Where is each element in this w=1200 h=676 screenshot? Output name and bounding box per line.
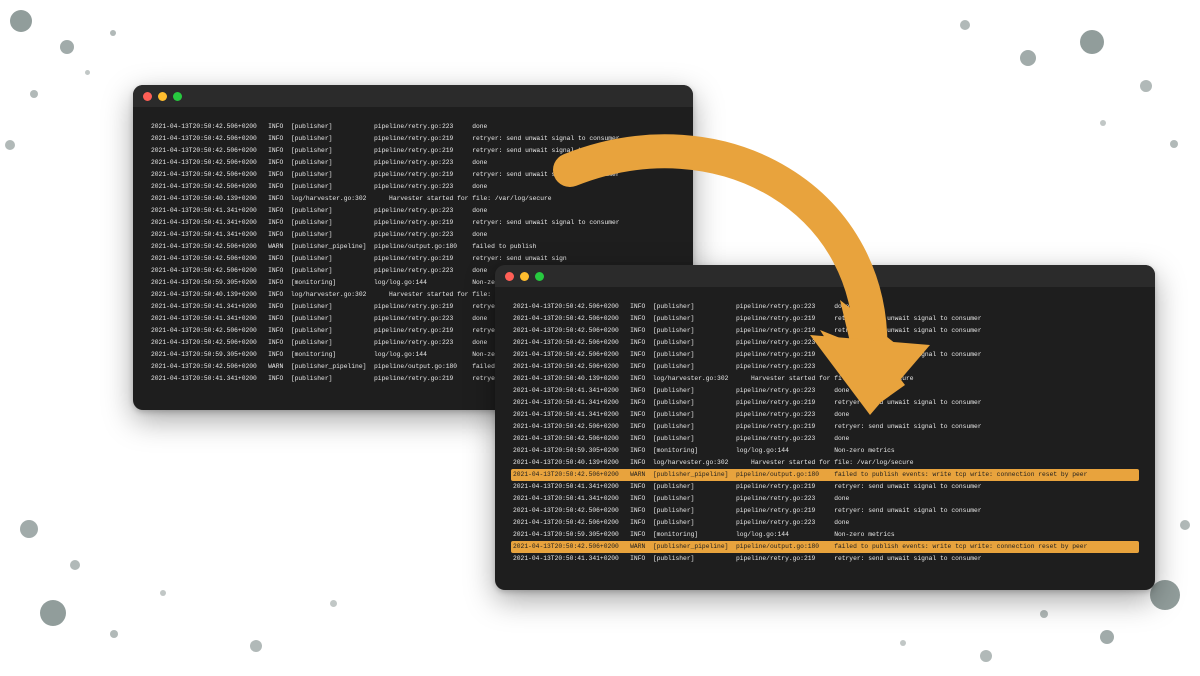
log-line: 2021-04-13T20:50:42.506+0200 INFO [publi… <box>151 121 675 133</box>
log-line: 2021-04-13T20:50:42.506+0200 INFO [publi… <box>151 181 675 193</box>
log-line: 2021-04-13T20:50:42.506+0200 INFO [publi… <box>151 133 675 145</box>
log-line: 2021-04-13T20:50:59.305+0200 INFO [monit… <box>513 445 1137 457</box>
log-line: 2021-04-13T20:50:40.139+0200 INFO log/ha… <box>513 457 1137 469</box>
log-line: 2021-04-13T20:50:41.341+0200 INFO [publi… <box>513 409 1137 421</box>
log-line: 2021-04-13T20:50:41.341+0200 INFO [publi… <box>151 229 675 241</box>
window-titlebar[interactable] <box>133 85 693 107</box>
window-titlebar[interactable] <box>495 265 1155 287</box>
log-line: 2021-04-13T20:50:42.506+0200 INFO [publi… <box>151 145 675 157</box>
log-line: 2021-04-13T20:50:42.506+0200 INFO [publi… <box>513 517 1137 529</box>
log-line: 2021-04-13T20:50:42.506+0200 INFO [publi… <box>151 169 675 181</box>
canvas: { "arrow_color": "#e8a33d", "terminal_le… <box>0 0 1200 676</box>
log-line: 2021-04-13T20:50:41.341+0200 INFO [publi… <box>513 553 1137 565</box>
minimize-icon[interactable] <box>158 92 167 101</box>
log-line: 2021-04-13T20:50:42.506+0200 INFO [publi… <box>513 361 1137 373</box>
log-line: 2021-04-13T20:50:41.341+0200 INFO [publi… <box>513 481 1137 493</box>
log-line-highlighted: 2021-04-13T20:50:42.506+0200 WARN [publi… <box>511 469 1139 481</box>
log-line: 2021-04-13T20:50:41.341+0200 INFO [publi… <box>513 493 1137 505</box>
log-line: 2021-04-13T20:50:42.506+0200 INFO [publi… <box>513 313 1137 325</box>
log-line: 2021-04-13T20:50:42.506+0200 INFO [publi… <box>513 325 1137 337</box>
terminal-output-right: 2021-04-13T20:50:42.506+0200 INFO [publi… <box>495 287 1155 583</box>
maximize-icon[interactable] <box>535 272 544 281</box>
log-line: 2021-04-13T20:50:42.506+0200 INFO [publi… <box>513 505 1137 517</box>
maximize-icon[interactable] <box>173 92 182 101</box>
log-line: 2021-04-13T20:50:42.506+0200 INFO [publi… <box>513 301 1137 313</box>
log-line: 2021-04-13T20:50:41.341+0200 INFO [publi… <box>513 397 1137 409</box>
log-line: 2021-04-13T20:50:42.506+0200 INFO [publi… <box>513 421 1137 433</box>
log-line: 2021-04-13T20:50:41.341+0200 INFO [publi… <box>151 205 675 217</box>
log-line: 2021-04-13T20:50:42.506+0200 INFO [publi… <box>513 349 1137 361</box>
log-line: 2021-04-13T20:50:40.139+0200 INFO log/ha… <box>513 373 1137 385</box>
terminal-window-right[interactable]: 2021-04-13T20:50:42.506+0200 INFO [publi… <box>495 265 1155 590</box>
minimize-icon[interactable] <box>520 272 529 281</box>
log-line: 2021-04-13T20:50:59.305+0200 INFO [monit… <box>513 529 1137 541</box>
close-icon[interactable] <box>143 92 152 101</box>
log-line: 2021-04-13T20:50:42.506+0200 INFO [publi… <box>151 253 675 265</box>
log-line: 2021-04-13T20:50:42.506+0200 INFO [publi… <box>513 337 1137 349</box>
log-line: 2021-04-13T20:50:42.506+0200 WARN [publi… <box>151 241 675 253</box>
log-line-highlighted: 2021-04-13T20:50:42.506+0200 WARN [publi… <box>511 541 1139 553</box>
log-line: 2021-04-13T20:50:40.139+0200 INFO log/ha… <box>151 193 675 205</box>
log-line: 2021-04-13T20:50:42.506+0200 INFO [publi… <box>513 433 1137 445</box>
close-icon[interactable] <box>505 272 514 281</box>
log-line: 2021-04-13T20:50:42.506+0200 INFO [publi… <box>151 157 675 169</box>
log-line: 2021-04-13T20:50:41.341+0200 INFO [publi… <box>151 217 675 229</box>
log-line: 2021-04-13T20:50:41.341+0200 INFO [publi… <box>513 385 1137 397</box>
